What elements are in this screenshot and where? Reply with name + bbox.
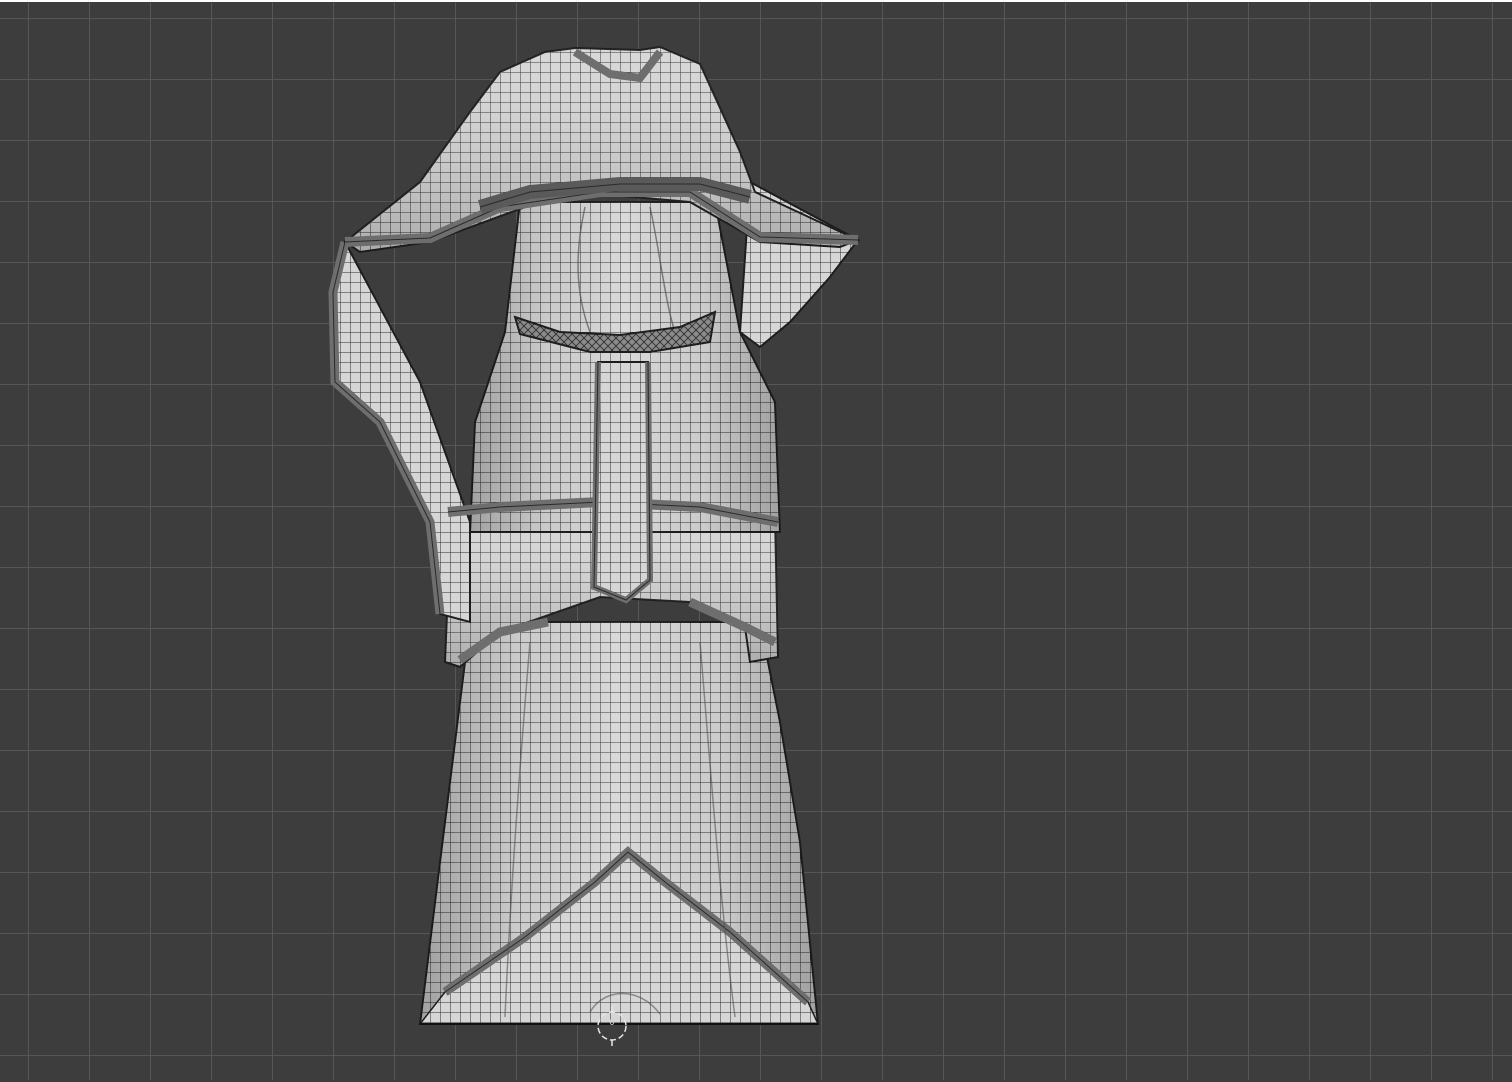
origin-label: 0 (609, 1018, 615, 1028)
front-panel-mesh[interactable] (590, 361, 654, 604)
scene-canvas[interactable] (0, 2, 1512, 1082)
left-drape-mesh[interactable] (328, 239, 471, 624)
skirt-mesh[interactable] (418, 621, 820, 1025)
3d-viewport[interactable]: 0 (0, 0, 1512, 1080)
